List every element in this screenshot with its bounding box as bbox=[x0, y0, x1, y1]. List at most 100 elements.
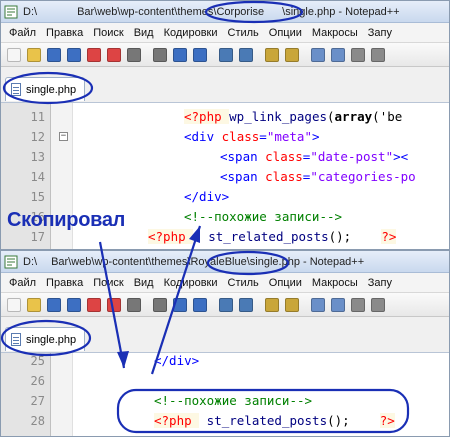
copy-icon[interactable] bbox=[173, 48, 187, 62]
code-line[interactable]: 29 bbox=[1, 431, 449, 436]
menu-item-6[interactable]: Опции bbox=[269, 23, 302, 43]
redo-icon[interactable] bbox=[239, 298, 253, 312]
code-token: <?php bbox=[184, 109, 230, 124]
code-token: </div> bbox=[184, 189, 230, 204]
menu-item-5[interactable]: Стиль bbox=[228, 23, 259, 43]
find-icon[interactable] bbox=[265, 48, 279, 62]
menu-item-2[interactable]: Поиск bbox=[93, 273, 123, 293]
code-line[interactable]: 26 bbox=[1, 371, 449, 391]
code-token: ?> bbox=[381, 229, 397, 244]
window-title: D:\ Bar\web\wp-content\themes\Corporise \s… bbox=[23, 6, 400, 18]
code-token: ( bbox=[327, 109, 335, 124]
save-icon[interactable] bbox=[47, 298, 61, 312]
line-number: 13 bbox=[30, 150, 45, 164]
menu-item-7[interactable]: Макросы bbox=[312, 273, 358, 293]
code-text: <?php wp_link_pages(array('be bbox=[184, 107, 402, 127]
line-number: 28 bbox=[30, 414, 45, 428]
code-token: <span bbox=[220, 149, 266, 164]
code-line[interactable]: 27 <!--похожие записи--> bbox=[1, 391, 449, 411]
code-line[interactable]: 15 </div> bbox=[1, 187, 449, 207]
line-number: 29 bbox=[1, 431, 45, 436]
tab-single-php[interactable]: single.php bbox=[5, 327, 86, 351]
tab-label: single.php bbox=[26, 334, 77, 346]
menu-item-2[interactable]: Поиск bbox=[93, 23, 123, 43]
code-editor[interactable]: 25 </div> 26 27 <!--похожие записи--> 28 <?php… bbox=[1, 353, 449, 436]
theme-name: Corporise bbox=[216, 6, 265, 18]
code-line[interactable]: 13 <span class="date-post">< bbox=[1, 147, 449, 167]
menu-item-3[interactable]: Вид bbox=[134, 23, 154, 43]
menu-item-4[interactable]: Кодировки bbox=[164, 273, 218, 293]
paste-icon[interactable] bbox=[193, 48, 207, 62]
menu-item-8[interactable]: Запу bbox=[368, 273, 392, 293]
line-number: 27 bbox=[30, 394, 45, 408]
code-line[interactable]: 14 <span class="categories-po bbox=[1, 167, 449, 187]
sync-icon[interactable] bbox=[351, 298, 365, 312]
sync-icon[interactable] bbox=[351, 48, 365, 62]
menu-item-5[interactable]: Стиль bbox=[228, 273, 259, 293]
new-file-icon[interactable] bbox=[7, 48, 21, 62]
code-line[interactable]: 28 <?php st_related_posts(); ?> bbox=[1, 411, 449, 431]
undo-icon[interactable] bbox=[219, 298, 233, 312]
open-file-icon[interactable] bbox=[27, 48, 41, 62]
code-text: <!--похожие записи--> bbox=[154, 391, 312, 411]
code-text: <!--похожие записи--> bbox=[184, 207, 342, 227]
replace-icon[interactable] bbox=[285, 298, 299, 312]
title-bar[interactable]: D:\ Bar\web\wp-content\themes\RoyaleBlue\… bbox=[1, 251, 449, 273]
notepad-app-icon bbox=[4, 5, 18, 19]
code-token: <!--похожие записи--> bbox=[154, 393, 313, 408]
zoom-out-icon[interactable] bbox=[331, 48, 345, 62]
code-token: array bbox=[334, 109, 373, 124]
code-token: <?php bbox=[154, 413, 200, 428]
close-icon[interactable] bbox=[87, 48, 101, 62]
wrap-icon[interactable] bbox=[371, 298, 385, 312]
save-all-icon[interactable] bbox=[67, 298, 81, 312]
zoom-in-icon[interactable] bbox=[311, 298, 325, 312]
code-token: wp_link_pages bbox=[229, 109, 327, 124]
tab-bar: single.php bbox=[1, 317, 449, 353]
menu-item-1[interactable]: Правка bbox=[46, 23, 83, 43]
code-text: </div> bbox=[154, 351, 199, 371]
menu-item-4[interactable]: Кодировки bbox=[164, 23, 218, 43]
close-all-icon[interactable] bbox=[107, 298, 121, 312]
close-icon[interactable] bbox=[87, 298, 101, 312]
menu-item-7[interactable]: Макросы bbox=[312, 23, 358, 43]
code-line[interactable]: 12 − <div class="meta"> bbox=[1, 127, 449, 147]
code-token: ?> bbox=[379, 413, 395, 428]
fold-toggle-icon[interactable]: − bbox=[59, 132, 68, 141]
zoom-out-icon[interactable] bbox=[331, 298, 345, 312]
print-icon[interactable] bbox=[127, 48, 141, 62]
code-token: <span bbox=[220, 169, 266, 184]
line-number: 25 bbox=[30, 354, 45, 368]
menu-item-3[interactable]: Вид bbox=[134, 273, 154, 293]
print-icon[interactable] bbox=[127, 298, 141, 312]
zoom-in-icon[interactable] bbox=[311, 48, 325, 62]
menu-item-1[interactable]: Правка bbox=[46, 273, 83, 293]
notepad-window-royaleblue: D:\ Bar\web\wp-content\themes\RoyaleBlue\… bbox=[0, 250, 450, 437]
copy-icon[interactable] bbox=[173, 298, 187, 312]
menu-item-0[interactable]: Файл bbox=[9, 273, 36, 293]
open-file-icon[interactable] bbox=[27, 298, 41, 312]
undo-icon[interactable] bbox=[219, 48, 233, 62]
save-all-icon[interactable] bbox=[67, 48, 81, 62]
wrap-icon[interactable] bbox=[371, 48, 385, 62]
redo-icon[interactable] bbox=[239, 48, 253, 62]
close-all-icon[interactable] bbox=[107, 48, 121, 62]
save-icon[interactable] bbox=[47, 48, 61, 62]
code-token: st_related_posts bbox=[199, 413, 328, 428]
find-icon[interactable] bbox=[265, 298, 279, 312]
replace-icon[interactable] bbox=[285, 48, 299, 62]
paste-icon[interactable] bbox=[193, 298, 207, 312]
cut-icon[interactable] bbox=[153, 48, 167, 62]
tab-single-php[interactable]: single.php bbox=[5, 77, 86, 101]
menu-item-0[interactable]: Файл bbox=[9, 23, 36, 43]
menu-item-8[interactable]: Запу bbox=[368, 23, 392, 43]
cut-icon[interactable] bbox=[153, 298, 167, 312]
new-file-icon[interactable] bbox=[7, 298, 21, 312]
title-bar[interactable]: D:\ Bar\web\wp-content\themes\Corporise \s… bbox=[1, 1, 449, 23]
line-number: 12 bbox=[30, 130, 45, 144]
code-token: = bbox=[259, 129, 267, 144]
code-text: <?php st_related_posts(); ?> bbox=[148, 227, 397, 247]
code-line[interactable]: 11 <?php wp_link_pages(array('be bbox=[1, 107, 449, 127]
code-line[interactable]: 25 </div> bbox=[1, 351, 449, 371]
menu-item-6[interactable]: Опции bbox=[269, 273, 302, 293]
